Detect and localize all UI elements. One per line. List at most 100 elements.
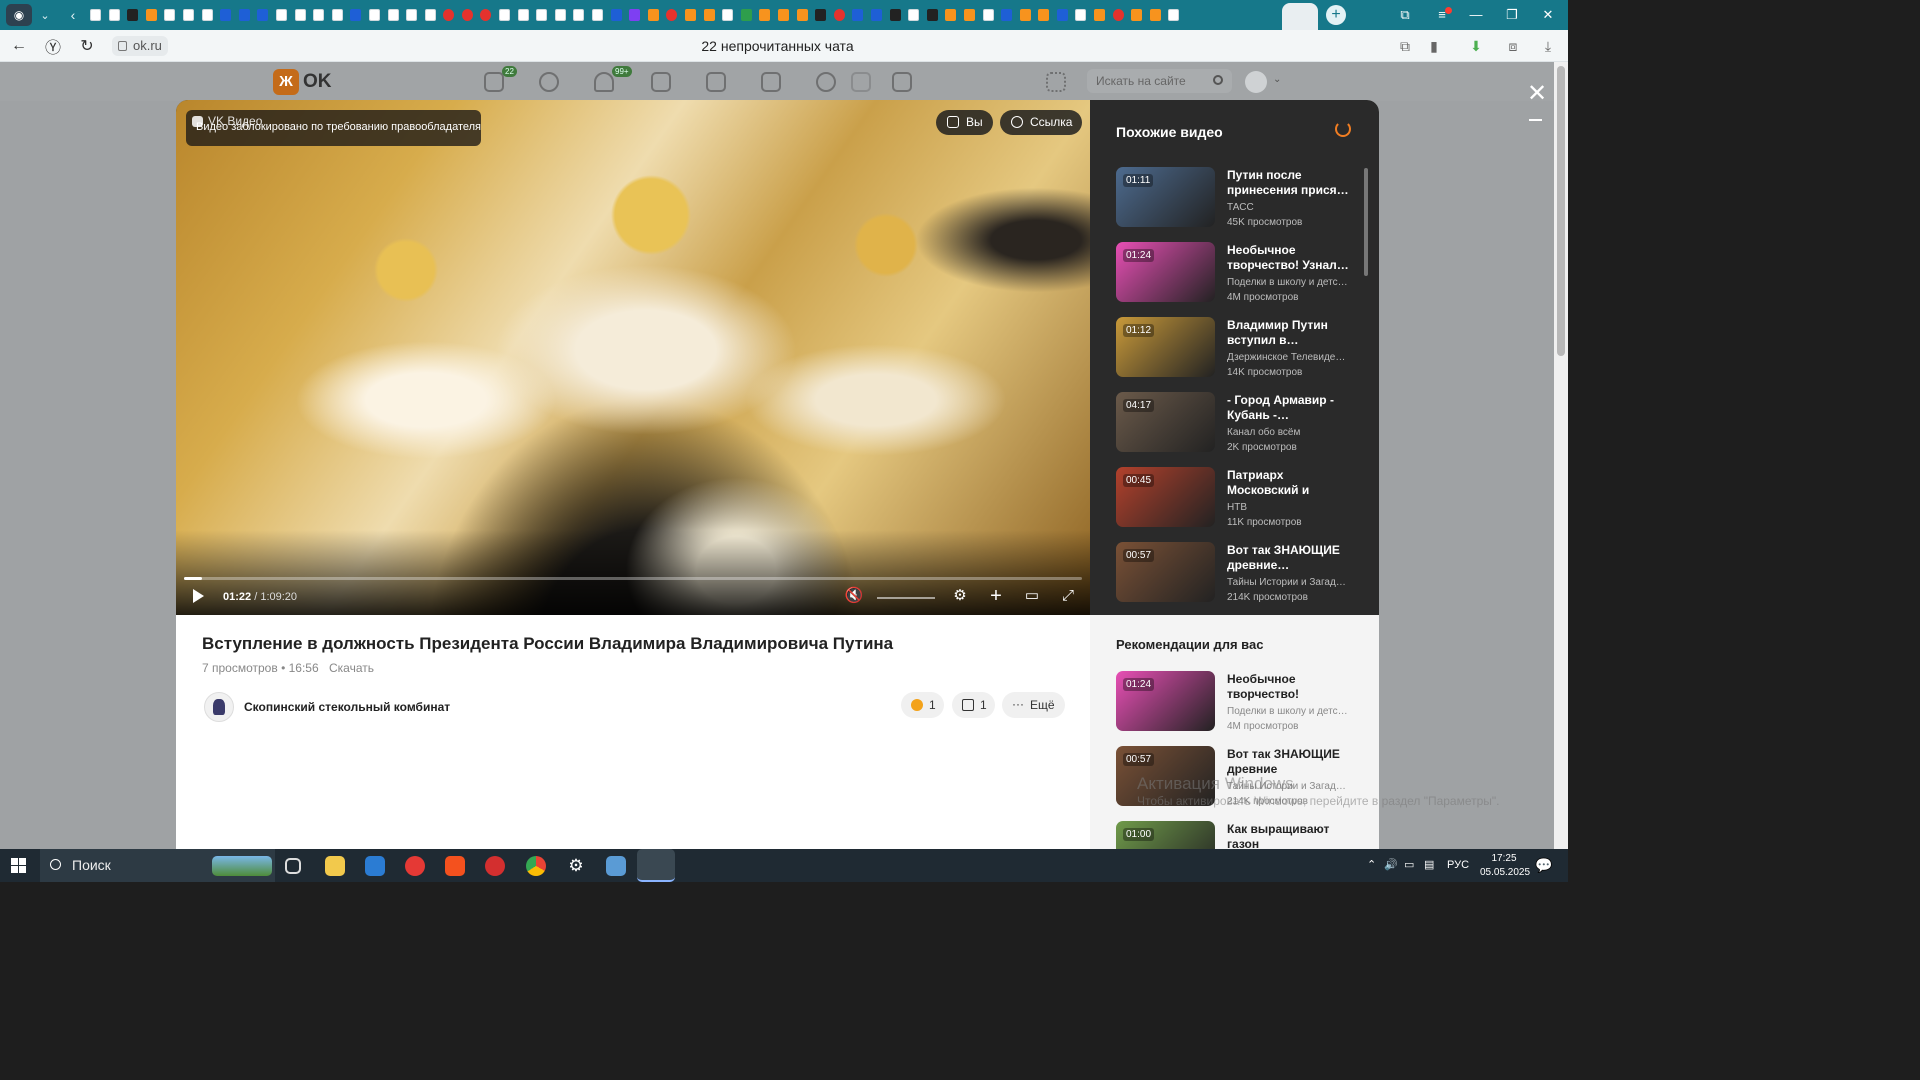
profile-chevron-down-icon[interactable]: ⌄ bbox=[1273, 74, 1281, 85]
discussions-icon[interactable] bbox=[539, 72, 559, 92]
settings-gear-icon[interactable]: ⚙ bbox=[950, 587, 970, 605]
pinned-tab-icon[interactable] bbox=[424, 9, 436, 21]
pinned-tab-icon[interactable] bbox=[201, 9, 213, 21]
pinned-tab-icon[interactable] bbox=[685, 9, 696, 21]
pinned-tab-icon[interactable] bbox=[610, 9, 622, 21]
pinned-tab-icon[interactable] bbox=[908, 9, 920, 21]
active-tab[interactable] bbox=[1282, 3, 1318, 30]
pinned-tab-icon[interactable] bbox=[1056, 9, 1068, 21]
battery-icon[interactable]: ▭ bbox=[1404, 849, 1414, 882]
pinned-tab-icon[interactable] bbox=[592, 9, 604, 21]
volume-slider[interactable] bbox=[877, 597, 935, 599]
more-button[interactable]: ··· Ещё bbox=[1002, 692, 1065, 718]
downloads-icon[interactable]: ⤓ bbox=[1538, 36, 1558, 56]
new-tab-button[interactable]: + bbox=[1326, 5, 1346, 25]
video-item-title[interactable]: Путин после принесения прися… bbox=[1227, 168, 1349, 198]
pinned-tab-icon[interactable] bbox=[387, 9, 399, 21]
pinned-tab-icon[interactable] bbox=[1112, 9, 1124, 21]
refresh-icon[interactable] bbox=[1335, 121, 1351, 137]
video-item-channel[interactable]: Канал обо всём bbox=[1227, 427, 1349, 438]
owner-avatar[interactable] bbox=[204, 692, 234, 722]
reader-icon[interactable]: ⧉ bbox=[1395, 36, 1415, 56]
video-item-channel[interactable]: Поделки в школу и детс… bbox=[1227, 277, 1349, 288]
add-to-playlist-icon[interactable]: + bbox=[986, 586, 1006, 606]
video-thumbnail[interactable]: 04:17 bbox=[1116, 392, 1215, 452]
pinned-tab-icon[interactable] bbox=[406, 9, 418, 21]
pinned-tab-icon[interactable] bbox=[164, 9, 176, 21]
pinned-tab-icon[interactable] bbox=[461, 9, 473, 21]
download-link[interactable]: Скачать bbox=[329, 661, 374, 675]
similar-video-item[interactable]: 01:11 Путин после принесения прися… ТАСС 45… bbox=[1116, 167, 1356, 229]
active-yandex-browser-icon[interactable] bbox=[637, 849, 675, 882]
volume-icon[interactable]: 🔊 bbox=[1384, 849, 1398, 882]
pinned-tab-icon[interactable] bbox=[127, 9, 139, 21]
apps-grid-icon[interactable] bbox=[1046, 72, 1066, 92]
video-item-channel[interactable]: Дзержинское Телевиде… bbox=[1227, 352, 1349, 363]
play-icon[interactable] bbox=[193, 589, 204, 603]
owner-name[interactable]: Скопинский стекольный комбинат bbox=[244, 700, 450, 714]
video-item-title[interactable]: Владимир Путин вступил в… bbox=[1227, 318, 1349, 348]
video-item-title[interactable]: Необычное творчество! Узнали… bbox=[1227, 672, 1349, 704]
pinned-tab-icon[interactable] bbox=[1131, 9, 1143, 21]
pinned-tab-icon[interactable] bbox=[926, 9, 938, 21]
maximize-window-button[interactable]: ❐ bbox=[1494, 0, 1530, 30]
extensions-icon[interactable]: ⧈ bbox=[1503, 36, 1523, 56]
pinned-tab-icon[interactable] bbox=[573, 9, 585, 21]
progress-bar[interactable] bbox=[184, 577, 1082, 580]
video-thumbnail[interactable]: 01:00 bbox=[1116, 821, 1215, 849]
music-icon[interactable] bbox=[816, 72, 836, 92]
video-icon[interactable] bbox=[851, 72, 871, 92]
pinned-tab-icon[interactable] bbox=[1149, 9, 1161, 21]
pinned-tab-icon[interactable] bbox=[777, 9, 789, 21]
video-thumbnail[interactable]: 00:57 bbox=[1116, 542, 1215, 602]
guests-icon[interactable] bbox=[651, 72, 671, 92]
pinned-tab-icon[interactable] bbox=[313, 9, 325, 21]
pinned-tab-icon[interactable] bbox=[1168, 9, 1180, 21]
pinned-tab-icon[interactable] bbox=[331, 9, 343, 21]
similar-video-item[interactable]: 01:24 Необычное творчество! Узнал… Поделки… bbox=[1116, 242, 1356, 304]
pinned-tab-icon[interactable] bbox=[870, 9, 882, 21]
task-view-icon[interactable] bbox=[285, 858, 301, 874]
action-center-icon[interactable]: 💬 bbox=[1535, 849, 1552, 882]
video-item-title[interactable]: Необычное творчество! Узнал… bbox=[1227, 243, 1349, 273]
pinned-tab-icon[interactable] bbox=[982, 9, 994, 21]
pinned-tab-icon[interactable] bbox=[443, 9, 455, 21]
video-item-channel[interactable]: Поделки в школу и детск… bbox=[1227, 706, 1349, 717]
video-player[interactable]: VK Видео Видео заблокировано по требован… bbox=[176, 100, 1090, 615]
bookmark-icon[interactable]: ▮ bbox=[1424, 36, 1444, 56]
pinned-tab-icon[interactable] bbox=[182, 9, 194, 21]
collections-icon[interactable]: ⧉ bbox=[1387, 0, 1423, 30]
page-scrollbar-thumb[interactable] bbox=[1557, 66, 1565, 356]
similar-scrollbar[interactable] bbox=[1364, 168, 1368, 276]
control-panel-icon[interactable] bbox=[606, 856, 626, 876]
settings-gear-icon[interactable]: ⚙ bbox=[566, 856, 586, 876]
minimize-video-icon[interactable] bbox=[1529, 119, 1542, 121]
video-thumbnail[interactable]: 01:24 bbox=[1116, 671, 1215, 731]
yandex-browser-icon[interactable] bbox=[405, 856, 425, 876]
pinned-tab-icon[interactable] bbox=[480, 9, 492, 21]
pinned-tab-icon[interactable] bbox=[815, 9, 827, 21]
video-item-title[interactable]: Как выращивают газон bbox=[1227, 822, 1349, 849]
games-icon[interactable] bbox=[892, 72, 912, 92]
pinned-tab-icon[interactable] bbox=[1001, 9, 1013, 21]
pinned-tab-icon[interactable] bbox=[889, 9, 901, 21]
pinned-tab-icon[interactable] bbox=[517, 9, 529, 21]
network-icon[interactable]: ▤ bbox=[1424, 849, 1434, 882]
video-thumbnail[interactable]: 01:12 bbox=[1116, 317, 1215, 377]
mini-player-icon[interactable]: ▭ bbox=[1022, 587, 1042, 605]
pinned-tab-icon[interactable] bbox=[1019, 9, 1031, 21]
video-item-title[interactable]: Вот так ЗНАЮЩИЕ древние… bbox=[1227, 543, 1349, 573]
tabs-scroll-left-icon[interactable]: ‹ bbox=[64, 7, 82, 23]
pinned-tab-icon[interactable] bbox=[666, 9, 678, 21]
pinned-tab-icon[interactable] bbox=[703, 9, 715, 21]
close-window-button[interactable]: ✕ bbox=[1530, 0, 1566, 30]
pinned-tab-icon[interactable] bbox=[238, 9, 250, 21]
video-thumbnail[interactable]: 01:24 bbox=[1116, 242, 1215, 302]
similar-video-item[interactable]: 00:57 Вот так ЗНАЮЩИЕ древние… Тайны Истор… bbox=[1116, 542, 1356, 604]
recommendations-video-item[interactable]: 01:00 Как выращивают газон bbox=[1116, 821, 1356, 849]
pinned-tab-icon[interactable] bbox=[108, 9, 120, 21]
pinned-tab-icon[interactable] bbox=[220, 9, 232, 21]
ok-search-input[interactable]: Искать на сайте bbox=[1087, 69, 1232, 93]
pinned-tab-icon[interactable] bbox=[1038, 9, 1050, 21]
minimize-window-button[interactable]: — bbox=[1458, 0, 1494, 30]
